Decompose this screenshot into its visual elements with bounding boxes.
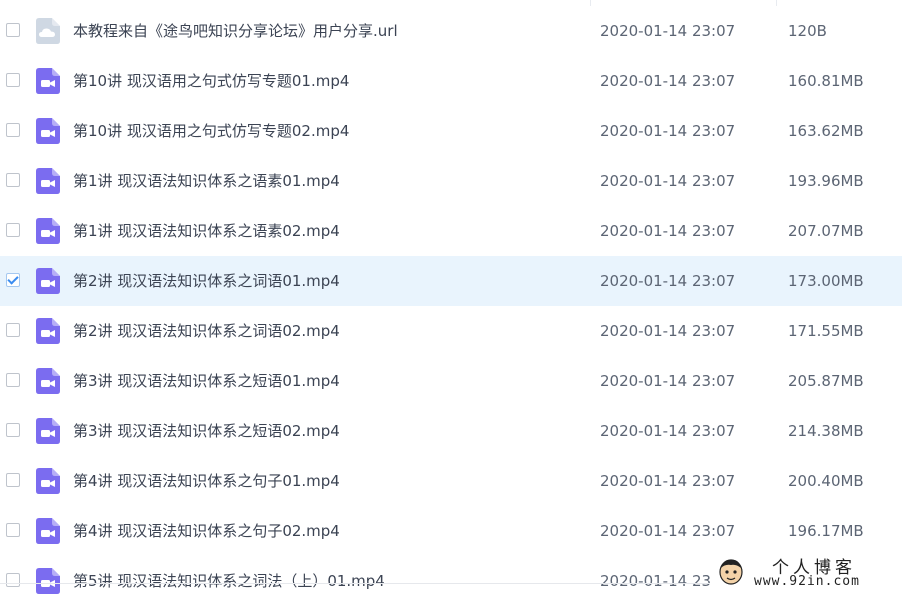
file-row[interactable]: 第1讲 现汉语法知识体系之语素01.mp4 2020-01-14 23:07 193… bbox=[0, 156, 902, 206]
file-row[interactable]: 第10讲 现汉语用之句式仿写专题02.mp4 2020-01-14 23:07 16… bbox=[0, 106, 902, 156]
video-file-icon bbox=[36, 268, 60, 294]
file-name[interactable]: 第3讲 现汉语法知识体系之短语01.mp4 bbox=[73, 356, 340, 406]
row-checkbox[interactable] bbox=[6, 373, 20, 387]
file-modified-date: 2020-01-14 23:07 bbox=[600, 22, 736, 40]
row-checkbox[interactable] bbox=[6, 473, 20, 487]
file-name[interactable]: 第10讲 现汉语用之句式仿写专题02.mp4 bbox=[73, 106, 349, 156]
file-name[interactable]: 第2讲 现汉语法知识体系之词语01.mp4 bbox=[73, 256, 340, 306]
file-name[interactable]: 第10讲 现汉语用之句式仿写专题01.mp4 bbox=[73, 56, 349, 106]
file-size: 173.00MB bbox=[788, 272, 864, 290]
file-size: 207.07MB bbox=[788, 222, 864, 240]
file-size: 171.55MB bbox=[788, 322, 864, 340]
video-file-icon bbox=[36, 418, 60, 444]
file-size: 160.81MB bbox=[788, 72, 864, 90]
file-size: 120B bbox=[788, 22, 827, 40]
row-checkbox[interactable] bbox=[6, 573, 20, 587]
file-modified-date: 2020-01-14 23:07 bbox=[600, 122, 736, 140]
file-row[interactable]: 第3讲 现汉语法知识体系之短语02.mp4 2020-01-14 23:07 214… bbox=[0, 406, 902, 456]
file-modified-date: 2020-01-14 23:07 bbox=[600, 422, 736, 440]
watermark: 个人博客 www.92in.com bbox=[710, 550, 906, 595]
video-file-icon bbox=[36, 468, 60, 494]
file-size: 205.87MB bbox=[788, 372, 864, 390]
file-row[interactable]: 第10讲 现汉语用之句式仿写专题01.mp4 2020-01-14 23:07 16… bbox=[0, 56, 902, 106]
file-modified-date: 2020-01-14 23:07 bbox=[600, 522, 736, 540]
file-row[interactable]: 第2讲 现汉语法知识体系之词语01.mp4 2020-01-14 23:07 173… bbox=[0, 256, 902, 306]
file-name[interactable]: 第5讲 现汉语法知识体系之词法（上）01.mp4 bbox=[73, 556, 385, 595]
file-name[interactable]: 第4讲 现汉语法知识体系之句子01.mp4 bbox=[73, 456, 340, 506]
video-file-icon bbox=[36, 168, 60, 194]
row-checkbox[interactable] bbox=[6, 423, 20, 437]
file-modified-date: 2020-01-14 23:07 bbox=[600, 322, 736, 340]
watermark-url: www.92in.com bbox=[754, 574, 860, 589]
video-file-icon bbox=[36, 68, 60, 94]
row-checkbox[interactable] bbox=[6, 523, 20, 537]
video-file-icon bbox=[36, 518, 60, 544]
file-modified-date: 2020-01-14 23:07 bbox=[600, 172, 736, 190]
row-checkbox[interactable] bbox=[6, 123, 20, 137]
file-row[interactable]: 第2讲 现汉语法知识体系之词语02.mp4 2020-01-14 23:07 171… bbox=[0, 306, 902, 356]
file-size: 196.17MB bbox=[788, 522, 864, 540]
video-file-icon bbox=[36, 318, 60, 344]
file-row[interactable]: 第3讲 现汉语法知识体系之短语01.mp4 2020-01-14 23:07 205… bbox=[0, 356, 902, 406]
file-modified-date: 2020-01-14 23:07 bbox=[600, 72, 736, 90]
link-file-icon bbox=[36, 18, 60, 44]
file-size: 163.62MB bbox=[788, 122, 864, 140]
row-checkbox[interactable] bbox=[6, 173, 20, 187]
file-name[interactable]: 第1讲 现汉语法知识体系之语素01.mp4 bbox=[73, 156, 340, 206]
file-row[interactable]: 本教程来自《途鸟吧知识分享论坛》用户分享.url 2020-01-14 23:07… bbox=[0, 6, 902, 56]
file-list: 本教程来自《途鸟吧知识分享论坛》用户分享.url 2020-01-14 23:07… bbox=[0, 6, 906, 595]
row-checkbox[interactable] bbox=[6, 23, 20, 37]
row-checkbox[interactable] bbox=[6, 223, 20, 237]
video-file-icon bbox=[36, 218, 60, 244]
video-file-icon bbox=[36, 368, 60, 394]
file-modified-date: 2020-01-14 23:07 bbox=[600, 272, 736, 290]
file-name[interactable]: 第1讲 现汉语法知识体系之语素02.mp4 bbox=[73, 206, 340, 256]
file-row[interactable]: 第4讲 现汉语法知识体系之句子02.mp4 2020-01-14 23:07 196… bbox=[0, 506, 902, 556]
file-name[interactable]: 第3讲 现汉语法知识体系之短语02.mp4 bbox=[73, 406, 340, 456]
video-file-icon bbox=[36, 118, 60, 144]
file-size: 193.96MB bbox=[788, 172, 864, 190]
file-name[interactable]: 第4讲 现汉语法知识体系之句子02.mp4 bbox=[73, 506, 340, 556]
row-checkbox[interactable] bbox=[6, 323, 20, 337]
file-modified-date: 2020-01-14 23:07 bbox=[600, 222, 736, 240]
file-row[interactable]: 第4讲 现汉语法知识体系之句子01.mp4 2020-01-14 23:07 200… bbox=[0, 456, 902, 506]
file-size: 214.38MB bbox=[788, 422, 864, 440]
file-modified-date: 2020-01-14 23:07 bbox=[600, 372, 736, 390]
checkmark-icon bbox=[7, 273, 19, 285]
file-modified-date: 2020-01-14 23:07 bbox=[600, 472, 736, 490]
avatar bbox=[719, 559, 743, 585]
file-name[interactable]: 本教程来自《途鸟吧知识分享论坛》用户分享.url bbox=[73, 6, 398, 56]
file-size: 200.40MB bbox=[788, 472, 864, 490]
row-checkbox[interactable] bbox=[6, 273, 20, 287]
row-checkbox[interactable] bbox=[6, 73, 20, 87]
file-name[interactable]: 第2讲 现汉语法知识体系之词语02.mp4 bbox=[73, 306, 340, 356]
file-row[interactable]: 第1讲 现汉语法知识体系之语素02.mp4 2020-01-14 23:07 207… bbox=[0, 206, 902, 256]
video-file-icon bbox=[36, 568, 60, 594]
